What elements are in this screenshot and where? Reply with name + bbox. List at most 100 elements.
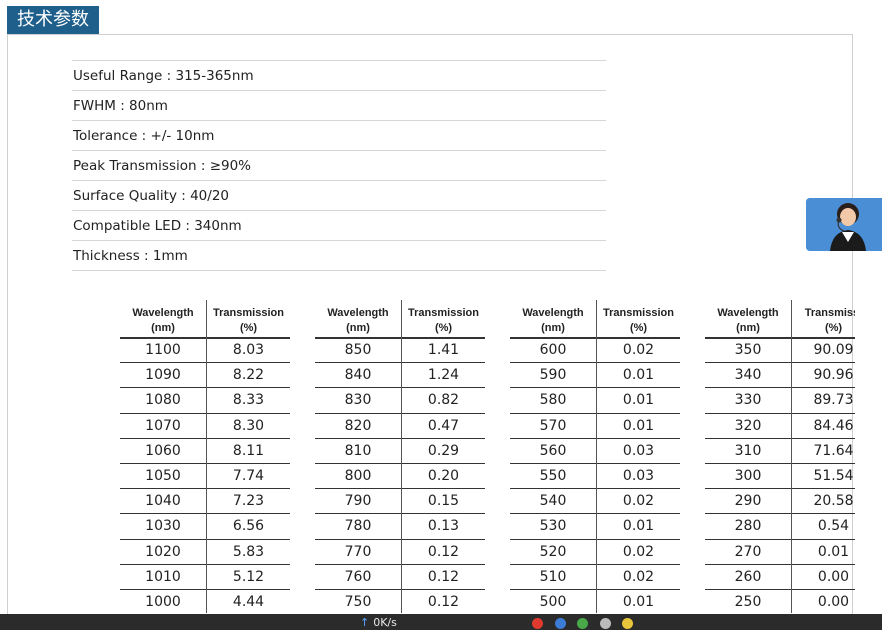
customer-service-avatar-icon <box>806 198 882 251</box>
wavelength-cell: 830 <box>344 392 372 409</box>
wavelength-cell: 320 <box>734 417 762 434</box>
table-row: 1080 8.33 <box>120 388 290 414</box>
wavelength-cell: 590 <box>539 367 567 384</box>
transmission-cell: 8.03 <box>232 342 265 358</box>
wavelength-cell: 330 <box>734 392 762 409</box>
table-header: Wavelength(nm) Transmissi(%) <box>705 300 855 339</box>
upload-arrow-icon: ↑ <box>360 616 370 629</box>
wavelength-cell: 570 <box>539 417 567 434</box>
wavelength-cell: 780 <box>344 518 372 535</box>
table-row: 790 0.15 <box>315 489 485 515</box>
table-row: 580 0.01 <box>510 388 680 414</box>
table-row: 260 0.00 <box>705 565 855 590</box>
transmission-cell: 8.30 <box>232 417 265 434</box>
table-row: 1040 7.23 <box>120 489 290 515</box>
wavelength-cell: 1010 <box>145 568 181 585</box>
customer-service-widget[interactable] <box>806 198 882 251</box>
table-header: Wavelength (nm) Transmission (%) <box>510 300 680 339</box>
transmission-cell: 90.09 <box>813 342 854 358</box>
transmission-cell: 0.15 <box>427 493 460 510</box>
wavelength-header: Wavelength (nm) <box>132 307 194 334</box>
table-header: Wavelength (nm) Transmission (%) <box>315 300 485 339</box>
table-row: 1000 4.44 <box>120 590 290 613</box>
table-row: 340 90.96 <box>705 363 855 389</box>
wavelength-cell: 530 <box>539 518 567 535</box>
transmission-cell: 0.20 <box>427 467 460 484</box>
spec-row: Thickness : 1mm <box>72 240 606 271</box>
system-tray <box>532 616 641 629</box>
transmission-cell: 0.00 <box>817 593 850 610</box>
tray-status-icon[interactable] <box>622 617 633 629</box>
notification-icon[interactable] <box>532 617 543 629</box>
table-row: 600 0.02 <box>510 338 680 364</box>
transmission-cell: 0.02 <box>622 568 655 585</box>
wavelength-cell: 1040 <box>145 493 181 510</box>
transmission-cell: 0.01 <box>622 367 655 384</box>
transmission-cell: 84.46 <box>813 417 854 434</box>
spec-list: Useful Range : 315-365nm FWHM : 80nm Toler… <box>72 60 606 271</box>
table-row: 1060 8.11 <box>120 439 290 464</box>
table-row: 800 0.20 <box>315 464 485 490</box>
table-row: 750 0.12 <box>315 590 485 613</box>
transmission-cell: 89.73 <box>813 392 854 409</box>
wavelength-cell: 850 <box>344 342 372 358</box>
transmission-cell: 0.02 <box>622 342 655 358</box>
wavelength-cell: 760 <box>344 568 372 585</box>
wavelength-cell: 1070 <box>145 417 181 434</box>
wavelength-cell: 280 <box>734 518 762 535</box>
transmission-cell: 0.01 <box>622 593 655 610</box>
transmission-cell: 0.03 <box>622 442 655 459</box>
transmission-cell: 0.03 <box>622 467 655 484</box>
system-taskbar: ↑ 0K/s <box>0 614 882 630</box>
wavelength-cell: 800 <box>344 467 372 484</box>
transmission-cell: 20.58 <box>813 493 854 510</box>
wavelength-cell: 340 <box>734 367 762 384</box>
transmission-cell: 0.82 <box>427 392 460 409</box>
transmission-header: Transmission (%) <box>408 307 479 334</box>
table-row: 770 0.12 <box>315 540 485 565</box>
wavelength-cell: 270 <box>734 543 762 560</box>
transmission-cell: 0.02 <box>622 543 655 560</box>
spec-row: Compatible LED : 340nm <box>72 210 606 240</box>
wavelength-cell: 350 <box>734 342 762 358</box>
wavelength-cell: 770 <box>344 543 372 560</box>
transmission-header: Transmission (%) <box>603 307 674 334</box>
table-row: 1050 7.74 <box>120 464 290 490</box>
wavelength-cell: 510 <box>539 568 567 585</box>
wavelength-cell: 1030 <box>145 518 181 535</box>
transmission-cell: 0.12 <box>427 593 460 610</box>
spec-row: Peak Transmission : ≥90% <box>72 150 606 180</box>
tray-shield-icon[interactable] <box>577 617 588 629</box>
spec-row: Surface Quality : 40/20 <box>72 180 606 210</box>
transmission-cell: 4.44 <box>232 593 265 610</box>
table-row: 560 0.03 <box>510 439 680 464</box>
table-row: 1020 5.83 <box>120 540 290 565</box>
table-row: 1070 8.30 <box>120 414 290 439</box>
table-row: 540 0.02 <box>510 489 680 515</box>
wavelength-cell: 1000 <box>145 593 181 610</box>
wavelength-cell: 310 <box>734 442 762 459</box>
tray-volume-icon[interactable] <box>599 617 611 629</box>
table-row: 590 0.01 <box>510 363 680 389</box>
wavelength-cell: 560 <box>539 442 567 459</box>
tray-app-icon[interactable] <box>554 617 566 629</box>
transmission-cell: 0.54 <box>817 518 850 535</box>
table-header: Wavelength (nm) Transmission (%) <box>120 300 290 339</box>
transmission-cell: 7.74 <box>232 467 265 484</box>
wavelength-cell: 500 <box>539 593 567 610</box>
transmission-cell: 90.96 <box>813 367 854 384</box>
transmission-cell: 71.64 <box>813 442 854 459</box>
wavelength-cell: 1020 <box>145 543 181 560</box>
wavelength-cell: 1100 <box>145 342 181 358</box>
wavelength-cell: 840 <box>344 367 372 384</box>
wavelength-cell: 790 <box>344 493 372 510</box>
wavelength-cell: 300 <box>734 467 762 484</box>
network-speed: ↑ 0K/s <box>360 616 397 630</box>
transmission-cell: 0.02 <box>622 493 655 510</box>
wavelength-cell: 520 <box>539 543 567 560</box>
data-table: Wavelength (nm) Transmission (%) 600 0.02 590 0… <box>510 300 680 613</box>
transmission-cell: 8.33 <box>232 392 265 409</box>
wavelength-header: Wavelength (nm) <box>327 307 389 334</box>
table-row: 1030 6.56 <box>120 514 290 540</box>
transmission-cell: 5.12 <box>232 568 265 585</box>
